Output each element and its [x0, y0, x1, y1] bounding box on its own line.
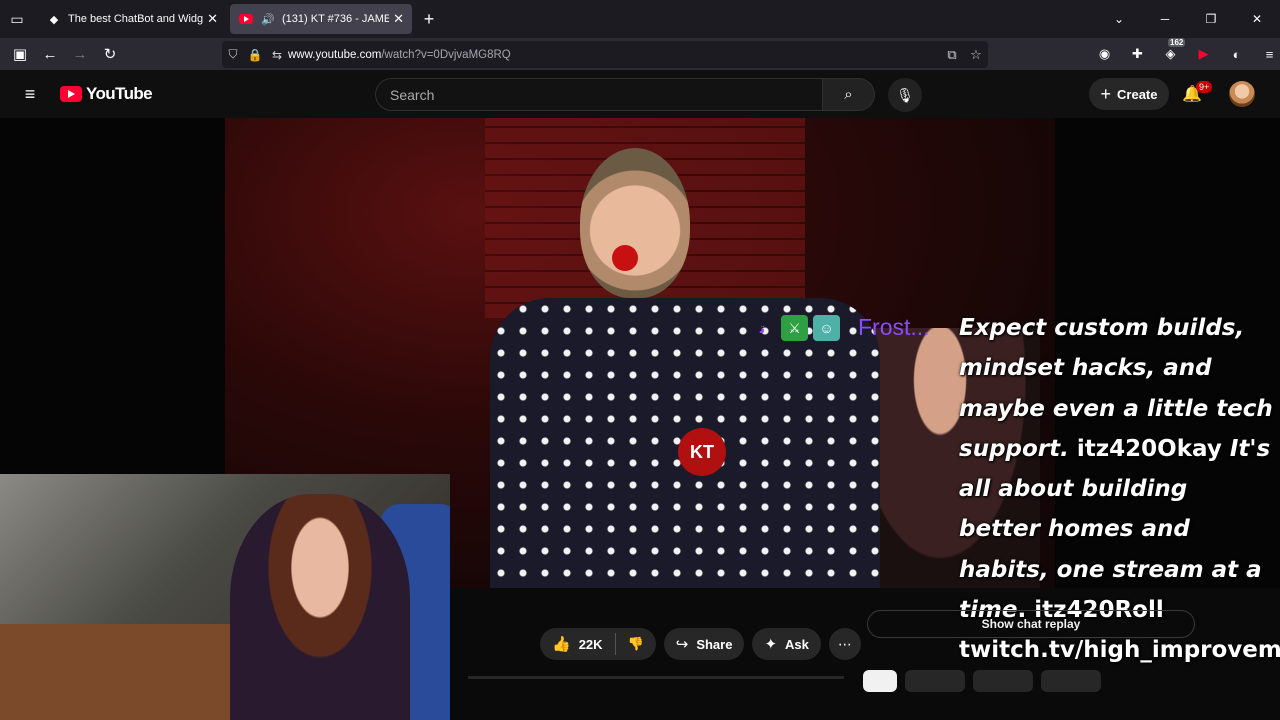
reload-icon[interactable]: ↻ — [95, 39, 125, 69]
minimize-icon[interactable]: ─ — [1142, 12, 1188, 26]
new-tab-icon[interactable]: + — [412, 9, 446, 30]
url-text: www.youtube.com/watch?v=0DvjvaMG8RQ — [288, 48, 511, 61]
tab-overflow-chevron-icon[interactable]: ⌄ — [1096, 12, 1142, 26]
share-button[interactable]: ↪ Share — [663, 628, 745, 660]
plus-icon: + — [1100, 83, 1112, 104]
video-actions: 👍 22K 👎 ↪ Share ✦ Ask ⋯ — [540, 628, 861, 660]
microphone-prop — [612, 245, 638, 271]
ask-button[interactable]: ✦ Ask — [752, 628, 821, 660]
kt-logo-badge: KT — [678, 428, 726, 476]
tab-list-icon[interactable]: ▭ — [0, 0, 34, 38]
ask-label: Ask — [785, 636, 809, 652]
sidebar-toggle-icon[interactable]: ▣ — [5, 39, 35, 69]
chatbot-favicon-icon: ◆ — [49, 13, 59, 26]
tracking-shield-icon[interactable]: ⛉ — [222, 47, 244, 62]
tab-title: (131) KT #736 - JAMES MC — [282, 13, 390, 25]
youtube-extension-icon[interactable]: ▶ — [1187, 46, 1220, 62]
chat-line-2: It's all about building better homes and… — [959, 435, 1271, 624]
voice-search-button[interactable]: 🎙 — [888, 78, 922, 112]
more-actions-icon[interactable]: ⋯ — [828, 628, 861, 660]
search-button[interactable]: ⌕ — [822, 78, 875, 111]
search-icon: ⌕ — [844, 86, 853, 103]
youtube-favicon-icon — [238, 11, 254, 27]
webcam-overlay — [0, 474, 450, 720]
address-bar[interactable]: ⛉ 🔒 ⇆ www.youtube.com/watch?v=0DvjvaMG8R… — [222, 41, 988, 68]
chip[interactable] — [1041, 670, 1101, 692]
browser-tab-bar: ▭ ◆ The best ChatBot and Widgets f ✕ 🔊 (… — [0, 0, 1280, 38]
chat-badges: ﺗ ⚔ ☺ — [749, 315, 840, 341]
forward-icon[interactable]: → — [65, 39, 95, 69]
extensions-icon[interactable]: ✚ — [1121, 46, 1154, 62]
search-box — [375, 78, 823, 111]
guide-menu-icon[interactable]: ≡ — [18, 84, 42, 104]
notification-count-badge: 9+ — [1196, 81, 1213, 93]
chat-user-2: itz420Okay — [1076, 435, 1222, 462]
like-count: 22K — [578, 636, 603, 652]
extension-badge-icon[interactable]: ◈ 162 — [1154, 38, 1187, 62]
account-icon[interactable]: ◉ — [1088, 46, 1121, 62]
create-button[interactable]: + Create — [1089, 78, 1169, 110]
privacy-extension-icon[interactable]: ◐ — [1220, 47, 1253, 62]
microphone-icon: 🎙 — [896, 86, 914, 103]
chat-username: Frost... — [858, 314, 930, 340]
translate-icon[interactable]: ⧉ — [940, 47, 964, 63]
sword-badge-icon: ⚔ — [781, 315, 808, 341]
sparkle-icon: ✦ — [764, 636, 778, 653]
youtube-header: ≡ YouTube ⌕ 🎙 +Create 🔔 9+ — [0, 70, 1280, 118]
singer-figure — [470, 148, 900, 598]
app-menu-icon[interactable]: ≡ — [1253, 47, 1280, 62]
share-icon: ↪ — [675, 636, 689, 653]
youtube-logo[interactable]: YouTube — [60, 84, 153, 104]
search-input[interactable] — [390, 86, 823, 103]
tab-title: The best ChatBot and Widgets f — [68, 13, 204, 25]
tab-chatbot[interactable]: ◆ The best ChatBot and Widgets f ✕ — [38, 4, 226, 34]
close-tab-icon[interactable]: ✕ — [393, 11, 404, 27]
like-button[interactable]: 👍 22K — [540, 628, 615, 660]
twitch-icon: ﺗ — [759, 319, 766, 336]
dislike-button[interactable]: 👎 — [616, 628, 656, 660]
browser-nav-bar: ▣ ← → ↻ ⛉ 🔒 ⇆ www.youtube.com/watch?v=0D… — [0, 38, 1280, 70]
permissions-icon[interactable]: ⇆ — [266, 48, 288, 62]
create-label: Create — [1117, 86, 1158, 102]
audio-playing-icon[interactable]: 🔊 — [260, 11, 276, 27]
thumbs-down-icon: 👎 — [627, 636, 644, 651]
show-chat-replay-button[interactable]: Show chat replay — [867, 610, 1195, 638]
close-window-icon[interactable]: ✕ — [1234, 12, 1280, 26]
maximize-icon[interactable]: ❐ — [1188, 12, 1234, 26]
robot-badge-icon: ☺ — [813, 315, 840, 341]
chip[interactable] — [973, 670, 1033, 692]
logo-text: YouTube — [86, 84, 153, 103]
avatar[interactable] — [1229, 81, 1255, 107]
close-tab-icon[interactable]: ✕ — [207, 11, 218, 27]
tab-youtube[interactable]: 🔊 (131) KT #736 - JAMES MC ✕ — [230, 4, 412, 34]
divider — [468, 676, 844, 679]
thumbs-up-icon: 👍 — [552, 636, 571, 653]
bookmark-star-icon[interactable]: ☆ — [964, 47, 988, 63]
back-icon[interactable]: ← — [35, 39, 65, 69]
share-label: Share — [696, 636, 733, 652]
chip-all[interactable] — [863, 670, 897, 692]
youtube-play-logo-icon — [60, 86, 82, 102]
like-dislike-group: 👍 22K 👎 — [540, 628, 656, 660]
chip[interactable] — [905, 670, 965, 692]
related-chips — [863, 670, 1101, 692]
lock-icon[interactable]: 🔒 — [244, 48, 266, 62]
